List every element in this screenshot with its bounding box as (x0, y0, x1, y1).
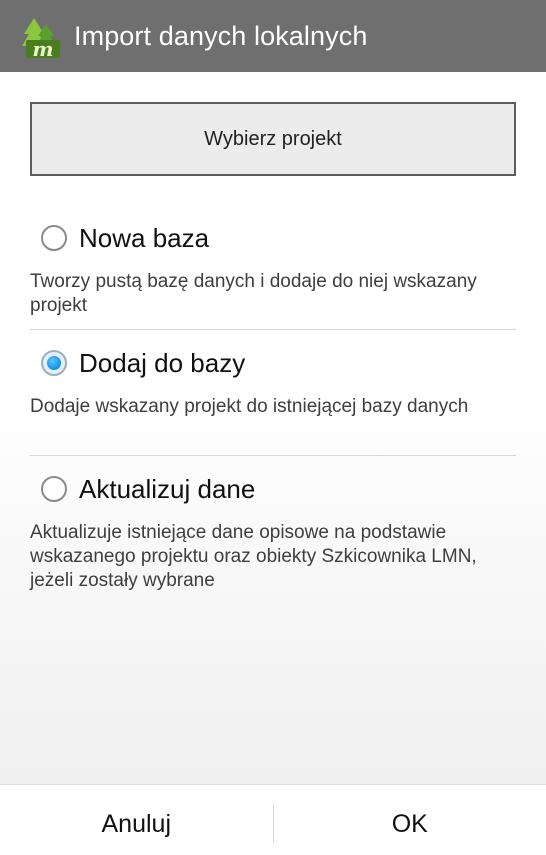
dialog-title: Import danych lokalnych (74, 21, 367, 52)
option-label: Aktualizuj dane (79, 474, 255, 505)
title-bar: m Import danych lokalnych (0, 0, 546, 72)
radio-update-data[interactable] (41, 476, 67, 502)
option-update-data[interactable]: Aktualizuj dane Aktualizuje istniejące d… (30, 469, 516, 593)
cancel-button[interactable]: Anuluj (0, 785, 273, 855)
divider (30, 455, 516, 456)
radio-add-to-database[interactable] (41, 350, 67, 376)
option-description: Tworzy pustą bazę danych i dodaje do nie… (30, 270, 516, 318)
option-label: Nowa baza (79, 223, 209, 254)
option-description: Dodaje wskazany projekt do istniejącej b… (30, 395, 516, 419)
option-new-database[interactable]: Nowa baza Tworzy pustą bazę danych i dod… (30, 218, 516, 318)
ok-button[interactable]: OK (274, 785, 546, 855)
radio-new-database[interactable] (41, 225, 67, 251)
svg-text:m: m (32, 37, 53, 60)
option-add-to-database[interactable]: Dodaj do bazy Dodaje wskazany projekt do… (30, 343, 516, 419)
select-project-button[interactable]: Wybierz projekt (30, 102, 516, 176)
dialog-button-bar: Anuluj OK (0, 784, 546, 855)
option-description: Aktualizuje istniejące dane opisowe na p… (30, 521, 516, 593)
app-logo-icon: m (20, 16, 64, 60)
divider (30, 329, 516, 330)
option-label: Dodaj do bazy (79, 348, 245, 379)
dialog-content: Wybierz projekt Nowa baza Tworzy pustą b… (0, 72, 546, 784)
